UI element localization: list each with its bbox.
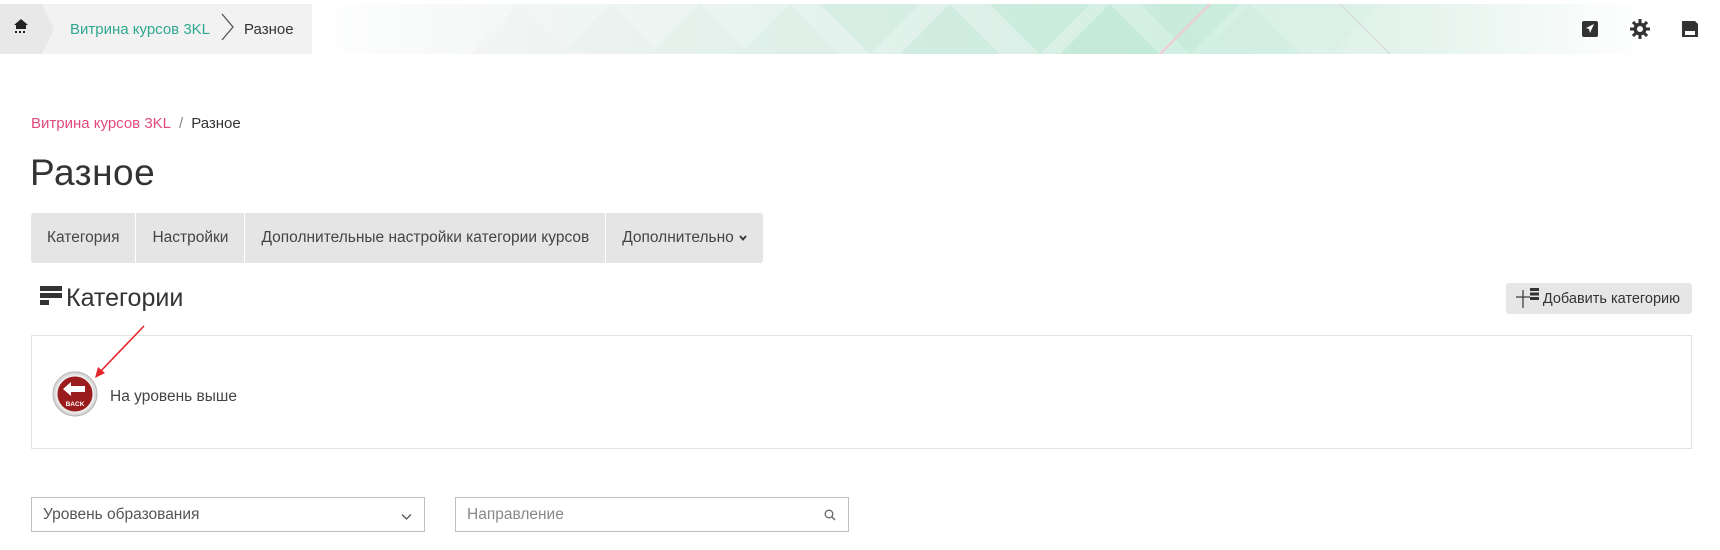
home-button[interactable] <box>0 4 54 54</box>
chevron-down-icon <box>401 508 412 526</box>
add-category-button[interactable]: Добавить категорию <box>1505 283 1692 314</box>
page-title: Разное <box>30 152 156 193</box>
chevron-down-icon <box>739 232 747 244</box>
tab-label: Дополнительные настройки категории курсо… <box>261 229 590 246</box>
header-breadcrumb: Витрина курсов 3KL Разное <box>0 4 312 54</box>
save-icon[interactable] <box>1678 17 1702 41</box>
breadcrumb-current: Разное <box>191 115 241 132</box>
breadcrumb: Витрина курсов 3KL / Разное <box>31 115 241 132</box>
home-icon <box>14 19 28 39</box>
categories-title: Категории <box>66 284 184 312</box>
categories-list-icon <box>40 285 62 312</box>
category-tabs: Категория Настройки Дополнительные настр… <box>31 213 763 263</box>
categories-container: BACK На уровень выше <box>31 335 1692 449</box>
tab-label: Категория <box>47 229 120 246</box>
gear-icon[interactable] <box>1628 17 1652 41</box>
breadcrumb-separator: / <box>179 115 184 132</box>
header-crumb-current: Разное <box>244 20 294 38</box>
direction-search <box>455 497 849 532</box>
tab-category[interactable]: Категория <box>31 213 137 263</box>
direction-search-input[interactable] <box>456 498 806 531</box>
header-actions <box>1578 4 1702 54</box>
tab-settings[interactable]: Настройки <box>136 213 246 263</box>
education-level-value: Уровень образования <box>43 505 200 523</box>
add-category-icon <box>1515 286 1540 312</box>
back-badge-text: BACK <box>66 401 85 408</box>
tab-label: Настройки <box>152 229 229 246</box>
send-icon[interactable] <box>1578 17 1602 41</box>
tab-additional-settings[interactable]: Дополнительные настройки категории курсо… <box>245 213 607 263</box>
header-crumb-link[interactable]: Витрина курсов 3KL <box>70 21 210 38</box>
header-decorative-pattern <box>300 4 1720 54</box>
add-category-label: Добавить категорию <box>1542 290 1680 307</box>
top-navbar: Витрина курсов 3KL Разное <box>0 4 1720 54</box>
level-up-label: На уровень выше <box>110 387 237 405</box>
annotation-arrow-icon <box>90 322 150 387</box>
chevron-right-icon <box>220 13 234 46</box>
tab-more-dropdown[interactable]: Дополнительно <box>606 213 763 263</box>
search-icon[interactable] <box>824 508 836 526</box>
tab-label: Дополнительно <box>622 229 734 246</box>
categories-heading: Категории <box>40 284 183 313</box>
education-level-select[interactable]: Уровень образования <box>31 497 425 532</box>
breadcrumb-link[interactable]: Витрина курсов 3KL <box>31 115 171 132</box>
